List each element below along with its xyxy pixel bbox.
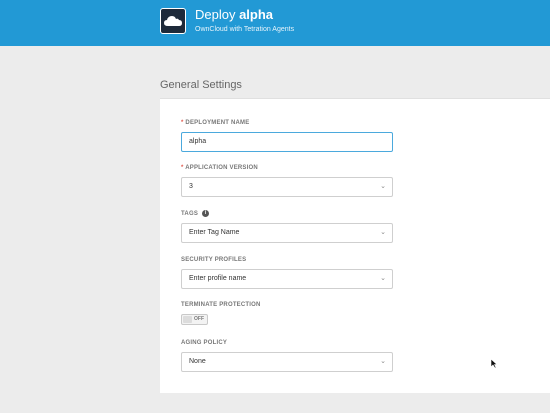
app-version-label: * APPLICATION VERSION <box>181 165 258 171</box>
deployment-title-name: alpha <box>239 7 274 22</box>
mouse-pointer-icon <box>490 358 498 369</box>
page-subtitle: OwnCloud with Tetration Agents <box>195 26 295 33</box>
aging-policy-select[interactable]: None ⌄ <box>181 352 393 372</box>
security-profiles-input[interactable]: Enter profile name ⌄ <box>181 269 393 289</box>
deployment-name-input[interactable]: alpha <box>181 132 393 152</box>
terminate-protection-toggle[interactable]: OFF <box>181 314 208 325</box>
chevron-down-icon: ⌄ <box>380 183 386 190</box>
section-title: General Settings <box>160 79 242 91</box>
deployment-name-label: * DEPLOYMENT NAME <box>181 120 250 126</box>
app-version-select[interactable]: 3 ⌄ <box>181 177 393 197</box>
toggle-knob <box>183 316 192 323</box>
chevron-down-icon: ⌄ <box>380 275 386 282</box>
tags-label: TAGS <box>181 211 199 217</box>
info-icon[interactable]: i <box>202 210 209 217</box>
page-title: Deploy alpha <box>195 7 274 22</box>
aging-policy-label: AGING POLICY <box>181 340 228 346</box>
tags-input[interactable]: Enter Tag Name ⌄ <box>181 223 393 243</box>
chevron-down-icon: ⌄ <box>380 229 386 236</box>
security-profiles-label: SECURITY PROFILES <box>181 257 247 263</box>
cloud-icon <box>160 8 186 34</box>
chevron-down-icon: ⌄ <box>380 358 386 365</box>
terminate-protection-label: TERMINATE PROTECTION <box>181 302 261 308</box>
app-header: Deploy alpha OwnCloud with Tetration Age… <box>0 0 550 46</box>
toggle-state-text: OFF <box>194 316 204 322</box>
